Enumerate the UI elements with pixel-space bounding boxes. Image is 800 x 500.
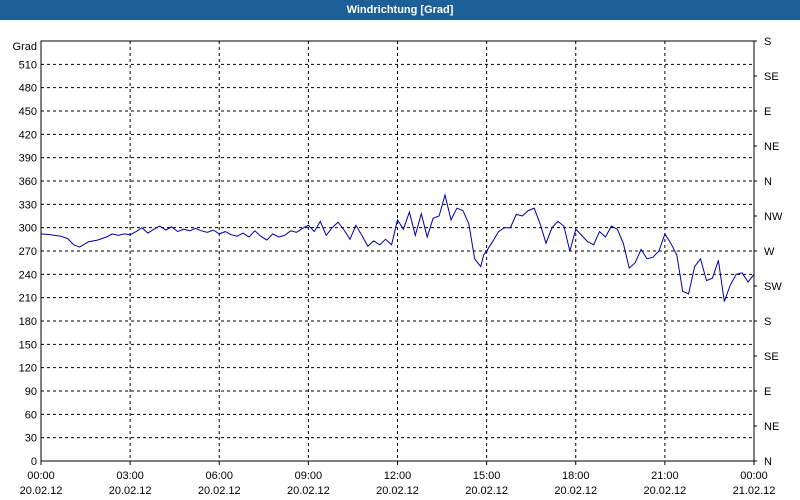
x-tick-date-label: 21.02.12: [733, 485, 776, 497]
right-tick-label: SE: [764, 71, 779, 83]
y-tick-label: 60: [25, 409, 37, 421]
y-tick-label: 0: [31, 456, 37, 468]
y-tick-label: 390: [19, 153, 37, 165]
y-tick-label: 240: [19, 269, 37, 281]
x-tick-date-label: 20.02.12: [287, 485, 330, 497]
x-tick-time-label: 18:00: [562, 470, 590, 482]
right-axis-ticks: N NE E SE S SW W NW N NE E SE S: [754, 36, 783, 468]
y-tick-label: 510: [19, 59, 37, 71]
y-tick-label: 300: [19, 223, 37, 235]
x-tick-time-label: 03:00: [116, 470, 144, 482]
y-tick-label: 450: [19, 106, 37, 118]
left-axis-ticks: 0 30 60 90 120 150 180 210 240 270 300 330 360 390 420…: [19, 59, 37, 468]
x-tick-date-label: 20.02.12: [109, 485, 152, 497]
y-tick-label: 120: [19, 363, 37, 375]
right-tick-label: SW: [764, 281, 782, 293]
x-tick-date-label: 20.02.12: [198, 485, 241, 497]
grid-layer: [41, 41, 754, 461]
x-tick-date-label: 20.02.12: [554, 485, 597, 497]
x-tick-time-label: 06:00: [205, 470, 233, 482]
y-tick-label: 360: [19, 176, 37, 188]
right-tick-label: S: [764, 36, 771, 48]
right-tick-label: E: [764, 386, 771, 398]
y-tick-label: 30: [25, 433, 37, 445]
x-tick-date-label: 20.02.12: [20, 485, 63, 497]
x-tick-time-label: 21:00: [651, 470, 679, 482]
y-axis-label: Grad: [13, 41, 37, 53]
right-tick-label: E: [764, 106, 771, 118]
y-tick-label: 270: [19, 246, 37, 258]
x-tick-time-label: 15:00: [473, 470, 501, 482]
right-tick-label: NE: [764, 141, 779, 153]
y-tick-label: 330: [19, 199, 37, 211]
chart-svg: Grad 0 30 60 90 120 150 180 210 240 270 300 330 360 3…: [13, 36, 783, 497]
x-tick-time-label: 09:00: [295, 470, 323, 482]
y-tick-label: 90: [25, 386, 37, 398]
right-tick-label: NE: [764, 421, 779, 433]
y-tick-label: 420: [19, 129, 37, 141]
right-tick-label: N: [764, 456, 772, 468]
right-tick-label: W: [764, 246, 775, 258]
x-tick-time-label: 00:00: [27, 470, 55, 482]
bottom-axis-ticks: 00:00 20.02.12 03:00 20.02.12 06:00 20.02.12 0…: [20, 461, 776, 497]
right-tick-label: NW: [764, 211, 783, 223]
x-tick-date-label: 20.02.12: [643, 485, 686, 497]
x-tick-time-label: 00:00: [740, 470, 768, 482]
right-tick-label: S: [764, 316, 771, 328]
y-tick-label: 180: [19, 316, 37, 328]
y-tick-label: 150: [19, 339, 37, 351]
y-tick-label: 210: [19, 293, 37, 305]
x-tick-time-label: 12:00: [384, 470, 412, 482]
y-tick-label: 480: [19, 83, 37, 95]
right-tick-label: SE: [764, 351, 779, 363]
x-tick-date-label: 20.02.12: [376, 485, 419, 497]
right-tick-label: N: [764, 176, 772, 188]
x-tick-date-label: 20.02.12: [465, 485, 508, 497]
